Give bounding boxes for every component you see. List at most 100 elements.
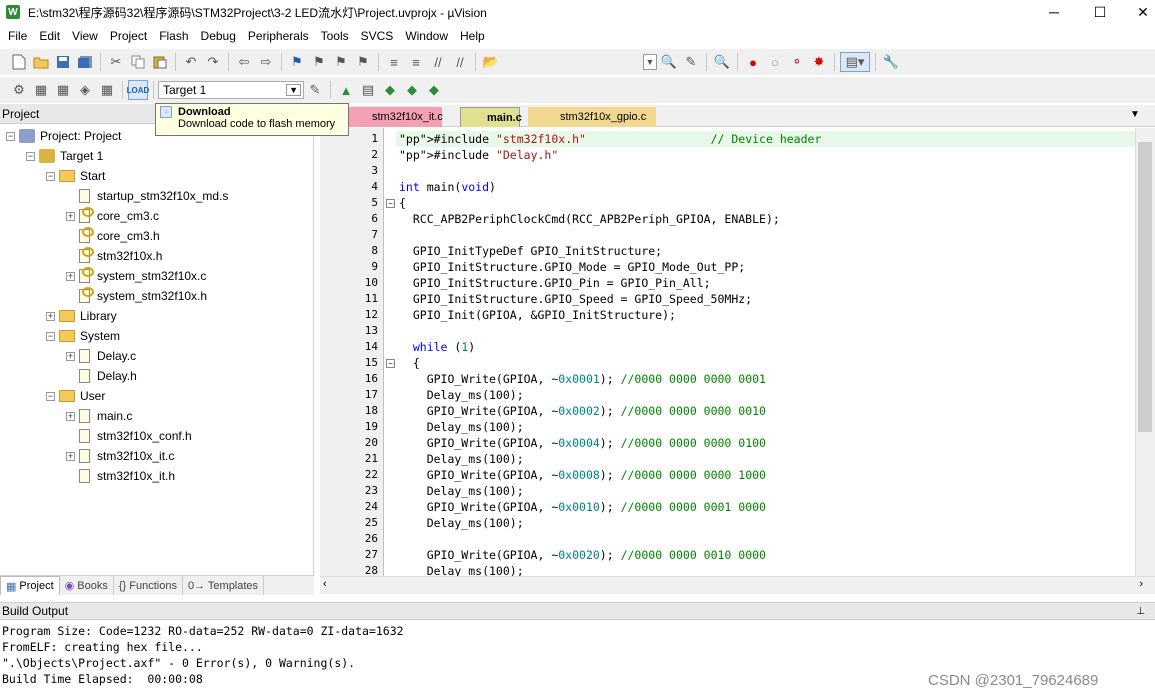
tree-node[interactable]: startup_stm32f10x_md.s [66,186,228,206]
configure-icon[interactable]: 🔧 [881,52,901,72]
expand-icon[interactable]: + [66,211,75,221]
manage-rte-icon[interactable]: ◆ [380,80,400,100]
expand-icon[interactable]: + [66,411,75,421]
tab-books[interactable]: ◉ Books [60,576,114,595]
cut-icon[interactable]: ✂ [106,52,126,72]
tree-node[interactable]: − User [46,386,105,406]
tree-node[interactable]: core_cm3.h [66,226,160,246]
tree-node[interactable]: + system_stm32f10x.c [66,266,206,286]
open-folder-icon[interactable] [31,52,51,72]
menu-edit[interactable]: Edit [33,29,66,43]
paste-icon[interactable] [150,52,170,72]
tree-node[interactable]: stm32f10x_it.h [66,466,175,486]
disable-breakpoints-icon[interactable]: ⚬ [787,52,807,72]
expand-icon[interactable]: + [66,451,75,461]
batch-build-icon[interactable]: ◈ [75,80,95,100]
fold-while-icon[interactable]: − [386,359,395,368]
tree-node[interactable]: − Project: Project [6,126,121,146]
tree-node[interactable]: + Delay.c [66,346,136,366]
manage-project-items-icon[interactable]: ▲ [336,80,356,100]
menu-tools[interactable]: Tools [315,29,355,43]
minimize-button[interactable]: ─ [1031,0,1077,24]
uncomment-icon[interactable]: // [450,52,470,72]
select-packs-icon[interactable]: ▤ [358,80,378,100]
tab-templates[interactable]: 0→ Templates [183,576,265,595]
tab-project[interactable]: ▦ Project [0,576,60,595]
copy-icon[interactable] [128,52,148,72]
translate-icon[interactable]: ⚙ [9,80,29,100]
menu-debug[interactable]: Debug [195,29,242,43]
nav-back-icon[interactable]: ⇦ [234,52,254,72]
collapse-icon[interactable]: − [46,331,55,341]
close-button[interactable]: ✕ [1120,0,1155,24]
tab-stm32f10x-it-c[interactable]: stm32f10x_it.c [348,107,443,127]
tree-node[interactable]: + core_cm3.c [66,206,159,226]
maximize-button[interactable]: ☐ [1077,0,1123,24]
target-select[interactable]: Target 1 ▼ [158,81,304,99]
redo-icon[interactable]: ↷ [203,52,223,72]
tree-node[interactable]: − Target 1 [26,146,103,166]
tab-functions[interactable]: {} Functions [114,576,183,595]
next-bookmark-icon[interactable]: ⚑ [331,52,351,72]
expand-icon[interactable]: + [66,271,75,281]
scroll-right-icon[interactable]: › [1139,578,1143,590]
incremental-find-icon[interactable]: ✎ [681,52,701,72]
stop-build-icon[interactable]: ▦ [97,80,117,100]
menu-peripherals[interactable]: Peripherals [242,29,315,43]
indent-icon[interactable]: ≡ [384,52,404,72]
menu-help[interactable]: Help [454,29,491,43]
expand-icon[interactable]: + [66,351,75,361]
tree-node[interactable]: − Start [46,166,105,186]
tree-node[interactable]: system_stm32f10x.h [66,286,207,306]
save-all-icon[interactable] [75,52,95,72]
collapse-icon[interactable]: − [6,131,15,141]
options-for-target-icon[interactable]: ✎ [305,80,325,100]
tree-node[interactable]: + Library [46,306,117,326]
menu-svcs[interactable]: SVCS [355,29,400,43]
comment-icon[interactable]: // [428,52,448,72]
tab-stm32f10x-gpio-c[interactable]: stm32f10x_gpio.c [528,107,656,127]
start-debug-icon[interactable]: 🔍 [712,52,732,72]
download-icon[interactable]: LOAD [127,80,149,100]
kill-breakpoints-icon[interactable]: ✸ [809,52,829,72]
build-icon[interactable]: ▦ [31,80,51,100]
tab-main-c[interactable]: main.c [460,107,522,127]
unindent-icon[interactable]: ≡ [406,52,426,72]
tree-node[interactable]: stm32f10x_conf.h [66,426,192,446]
code-editor[interactable]: 1 2 3 4 5 6 7 8 9 10 11 12 13 14 15 16 17 18 19 20 21 22 23 24 2… [320,128,1135,576]
editor-horizontal-scrollbar[interactable]: ‹ › [320,576,1155,594]
tabs-dropdown-icon[interactable]: ▼ [1130,109,1140,120]
fold-main-icon[interactable]: − [386,199,395,208]
clear-bookmarks-icon[interactable]: ⚑ [353,52,373,72]
rebuild-icon[interactable]: ▦ [53,80,73,100]
pin-icon[interactable]: ⊥ [1136,603,1145,620]
window-layout-icon[interactable]: ▤▾ [840,52,870,72]
collapse-icon[interactable]: − [46,391,55,401]
find-combo-arrow-icon[interactable]: ▼ [643,54,657,70]
bookmark-icon[interactable]: ⚑ [287,52,307,72]
tree-node[interactable]: + stm32f10x_it.c [66,446,174,466]
menu-file[interactable]: File [2,29,33,43]
tree-node[interactable]: − System [46,326,120,346]
tree-node[interactable]: + main.c [66,406,132,426]
menu-project[interactable]: Project [104,29,153,43]
nav-forward-icon[interactable]: ⇨ [256,52,276,72]
insert-breakpoint-icon[interactable]: ● [743,52,763,72]
tree-node[interactable]: stm32f10x.h [66,246,162,266]
prev-bookmark-icon[interactable]: ⚑ [309,52,329,72]
collapse-icon[interactable]: − [26,151,35,161]
save-icon[interactable] [53,52,73,72]
pack-installer-icon[interactable]: ◆ [402,80,422,100]
find-in-files-icon[interactable]: 📂 [481,52,501,72]
menu-view[interactable]: View [66,29,104,43]
menu-window[interactable]: Window [399,29,454,43]
menu-flash[interactable]: Flash [153,29,194,43]
editor-vertical-scroll-thumb[interactable] [1138,142,1152,432]
event-recorder-icon[interactable]: ◆ [424,80,444,100]
scroll-left-icon[interactable]: ‹ [323,578,327,590]
collapse-icon[interactable]: − [46,171,55,181]
expand-icon[interactable]: + [46,311,55,321]
find-icon[interactable]: 🔍 [659,52,679,72]
undo-icon[interactable]: ↶ [181,52,201,72]
new-file-icon[interactable] [9,52,29,72]
